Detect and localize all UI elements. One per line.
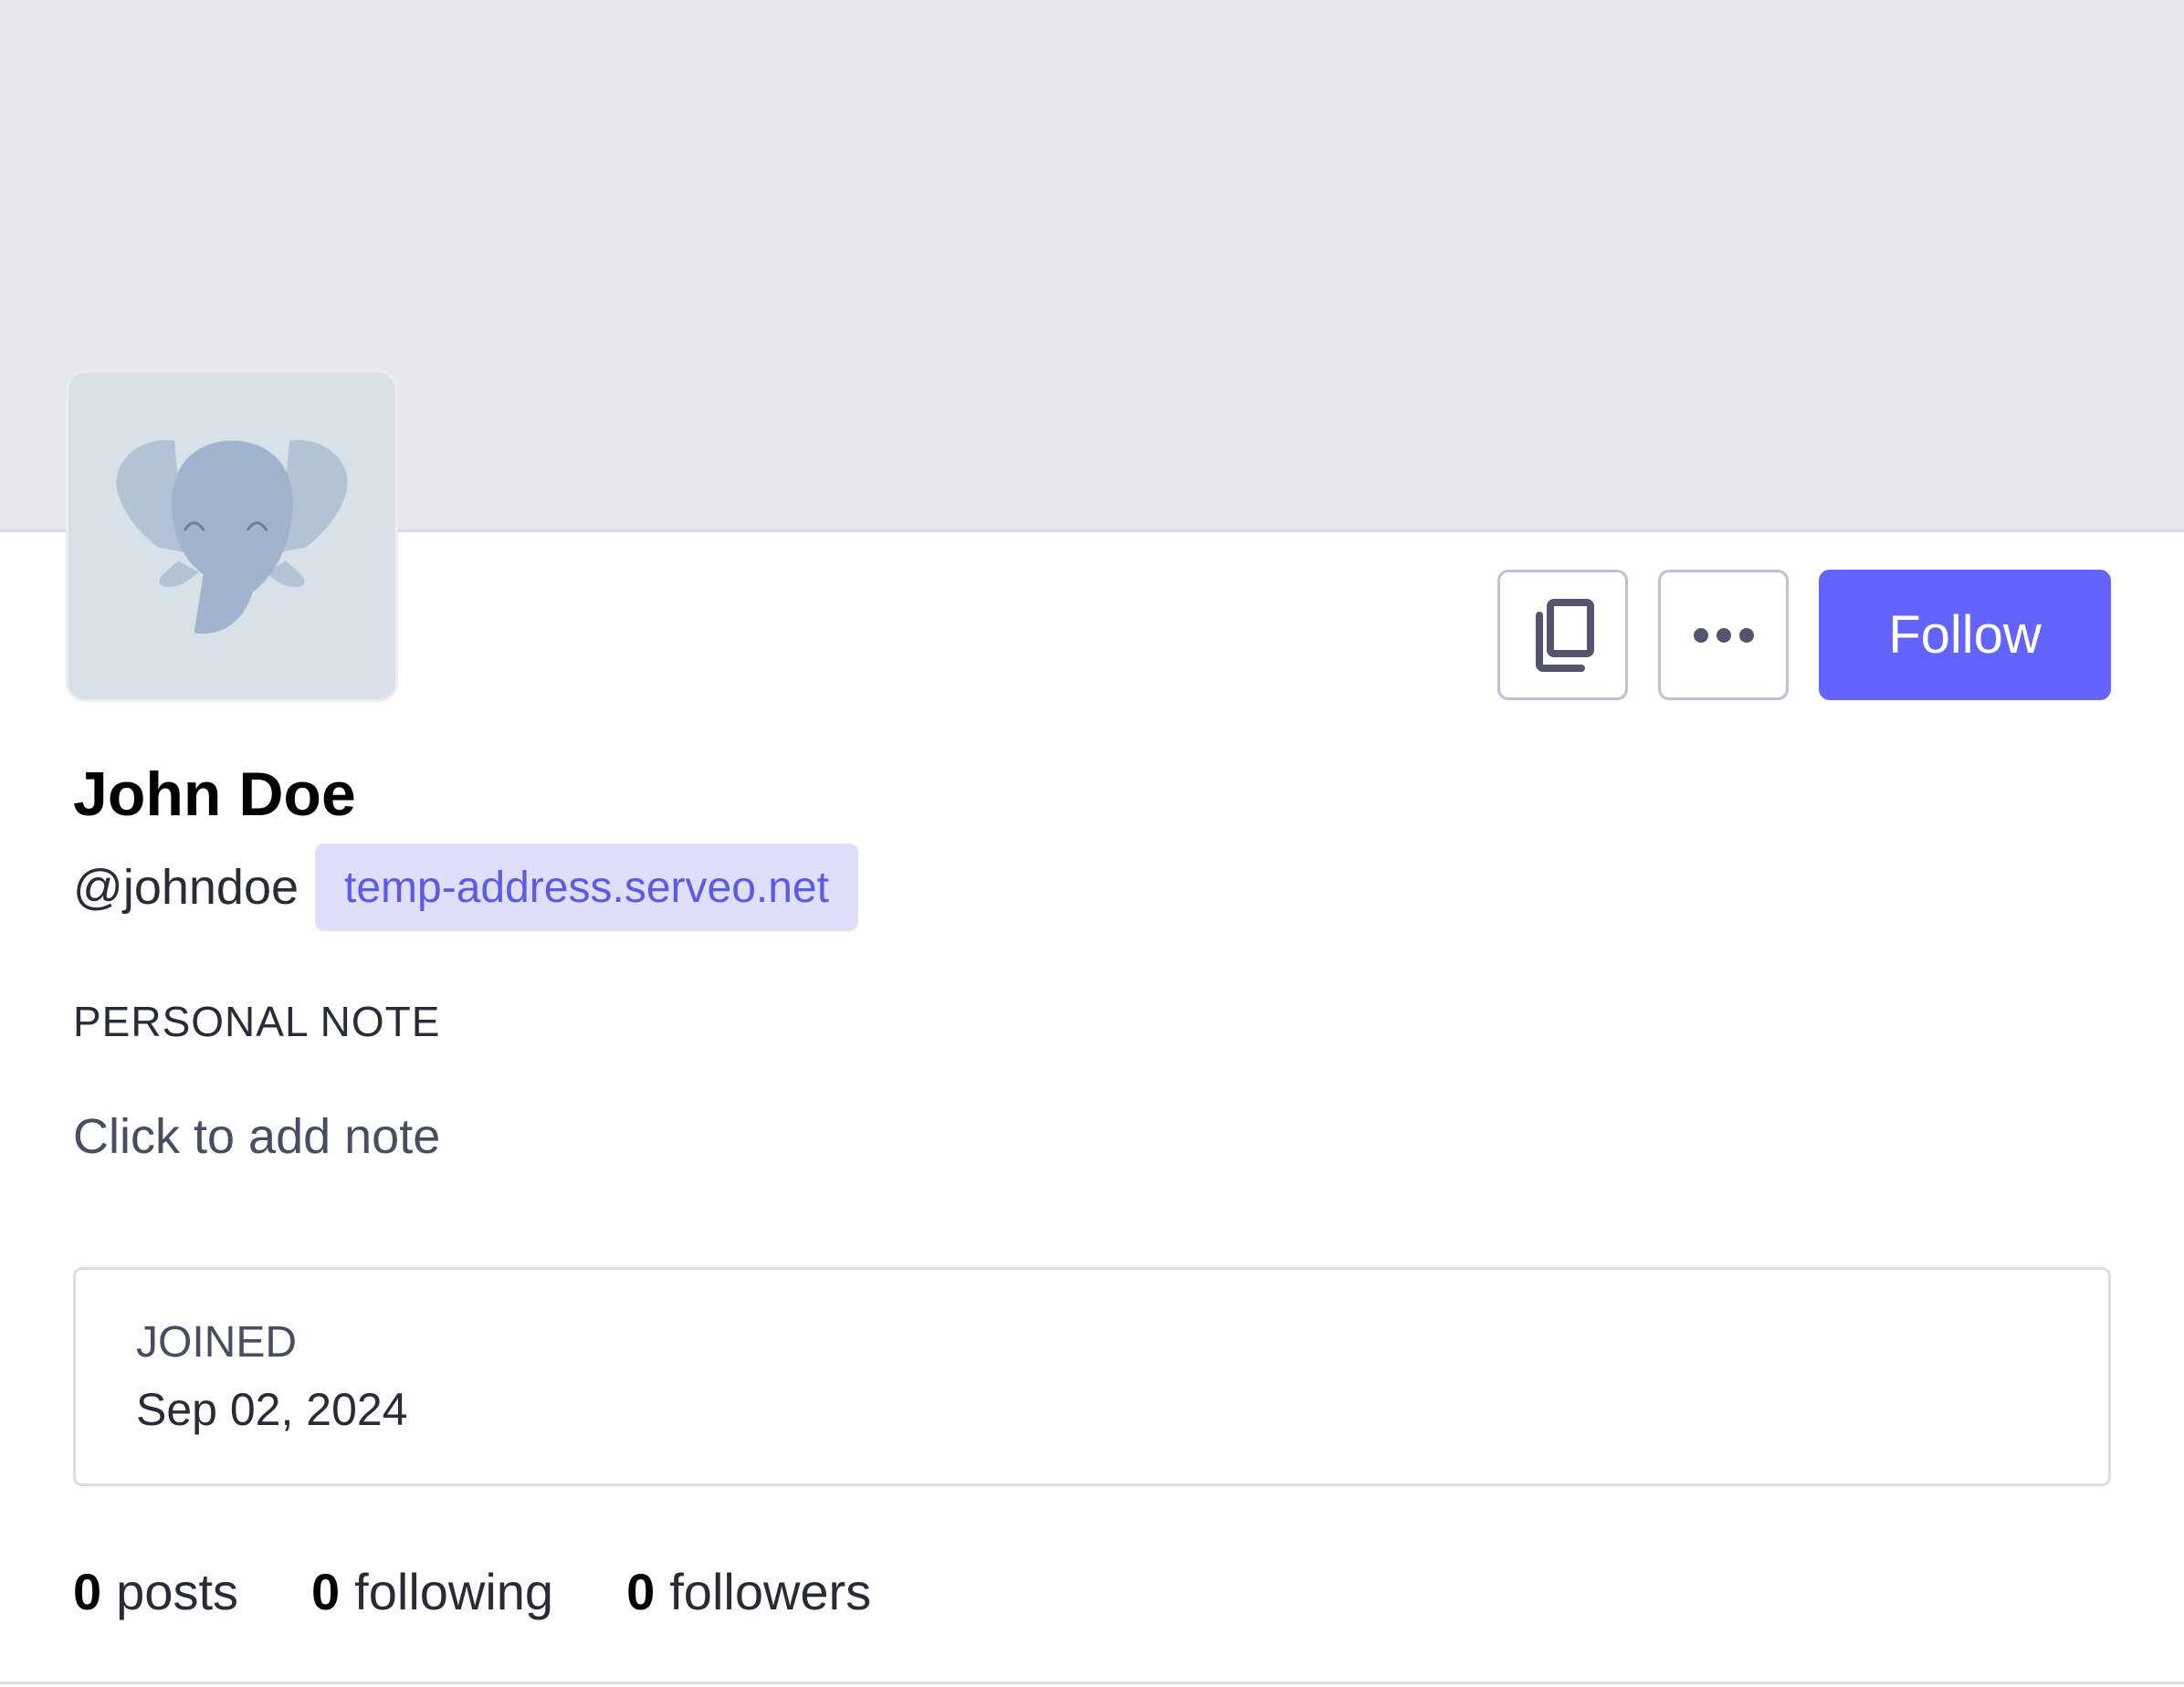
copy-button[interactable] [1497,570,1628,700]
personal-note-input[interactable]: Click to add note [73,1112,440,1161]
avatar [66,370,398,702]
domain-badge[interactable]: temp-address.serveo.net [315,844,858,931]
elephant-avatar-icon [116,439,348,634]
posts-count: 0 [73,1563,102,1620]
following-count: 0 [311,1563,341,1620]
following-label: following [354,1563,554,1620]
following-stat-link[interactable]: 0 following [311,1566,553,1618]
follow-button[interactable]: Follow [1819,570,2111,700]
followers-stat-link[interactable]: 0 followers [626,1566,871,1618]
more-options-button[interactable] [1658,570,1789,700]
followers-label: followers [669,1563,872,1620]
bottom-divider [0,1682,2184,1684]
followers-count: 0 [626,1563,656,1620]
more-horizontal-icon [1693,627,1754,643]
posts-label: posts [116,1563,239,1620]
display-name: John Doe [73,760,356,829]
handle-row: @johndoe temp-address.serveo.net [73,844,858,931]
joined-info-box: JOINED Sep 02, 2024 [73,1267,2111,1486]
account-handle: @johndoe [73,860,299,915]
personal-note-label: PERSONAL NOTE [73,998,441,1045]
joined-date: Sep 02, 2024 [136,1384,408,1435]
copy-icon [1535,598,1594,672]
joined-label: JOINED [136,1318,298,1367]
posts-stat-link[interactable]: 0 posts [73,1566,238,1618]
stats-row: 0 posts 0 following 0 followers [73,1566,944,1618]
